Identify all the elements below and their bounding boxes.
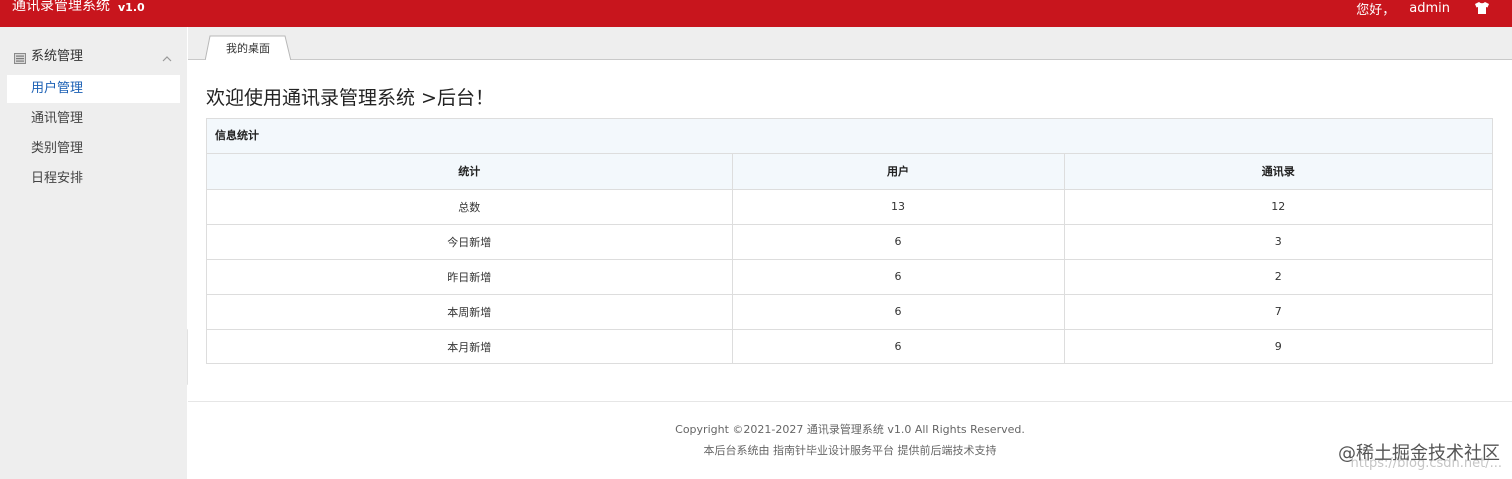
stats-table: 统计 用户 通讯录 总数 13 12 今日新增 6 3 昨日新增 6 2 本周新…	[207, 154, 1492, 364]
table-row: 本月新增 6 9	[207, 329, 1492, 364]
main-content: 欢迎使用通讯录管理系统 >后台！ 信息统计 统计 用户 通讯录 总数 13 12…	[188, 60, 1512, 479]
tshirt-icon[interactable]	[1474, 1, 1490, 15]
footer-divider	[188, 401, 1512, 402]
sidebar-group-label: 系统管理	[31, 48, 84, 64]
sidebar: 系统管理 用户管理 通讯管理 类别管理 日程安排	[0, 27, 187, 479]
panel-title: 信息统计	[207, 119, 1492, 154]
stats-panel: 信息统计 统计 用户 通讯录 总数 13 12 今日新增 6 3 昨日新增 6 …	[206, 118, 1493, 364]
row-label: 本月新增	[207, 329, 733, 364]
table-row: 今日新增 6 3	[207, 224, 1492, 260]
row-label: 本周新增	[207, 294, 733, 330]
footer-copyright: Copyright ©2021-2027 通讯录管理系统 v1.0 All Ri…	[675, 423, 1025, 436]
watermark: @稀土掘金技术社区	[1338, 443, 1500, 464]
tab-my-desktop[interactable]: 我的桌面	[205, 35, 301, 61]
username-link[interactable]: admin	[1409, 1, 1450, 16]
table-row: 昨日新增 6 2	[207, 259, 1492, 295]
users-value: 6	[732, 259, 1065, 295]
contacts-value: 3	[1064, 224, 1492, 260]
row-label: 今日新增	[207, 224, 733, 260]
table-header-row: 统计 用户 通讯录	[207, 154, 1492, 190]
sidebar-item-user[interactable]: 用户管理	[7, 75, 180, 103]
user-area: 您好， admin	[1356, 0, 1490, 18]
col-header-stat: 统计	[207, 154, 733, 190]
footer: Copyright ©2021-2027 通讯录管理系统 v1.0 All Ri…	[188, 419, 1512, 461]
col-header-users: 用户	[732, 154, 1065, 190]
users-value: 6	[732, 294, 1065, 330]
footer-support: 本后台系统由 指南针毕业设计服务平台 提供前后端技术支持	[703, 444, 997, 457]
tab-label: 我的桌面	[226, 42, 270, 55]
contacts-value: 7	[1064, 294, 1492, 330]
brand[interactable]: 通讯录管理系统 v1.0	[12, 0, 145, 27]
welcome-heading: 欢迎使用通讯录管理系统 >后台！	[206, 87, 494, 109]
row-label: 总数	[207, 189, 733, 225]
list-icon	[14, 49, 26, 64]
users-value: 6	[732, 329, 1065, 364]
tab-bar: 我的桌面	[188, 27, 1512, 61]
sidebar-group-system[interactable]: 系统管理	[0, 43, 187, 65]
contacts-value: 9	[1274, 340, 1282, 354]
users-value: 6	[732, 224, 1065, 260]
sidebar-item-schedule[interactable]: 日程安排	[7, 165, 180, 193]
top-header: 通讯录管理系统 v1.0 您好， admin	[0, 0, 1512, 27]
table-row: 总数 13 12	[207, 189, 1492, 225]
col-header-contacts: 通讯录	[1064, 154, 1492, 190]
chevron-up-icon[interactable]	[162, 49, 172, 62]
app-title: 通讯录管理系统	[12, 0, 110, 14]
row-label: 昨日新增	[207, 259, 733, 295]
greeting-text: 您好，	[1356, 2, 1396, 18]
contacts-value: 2	[1064, 259, 1492, 295]
app-version: v1.0	[118, 1, 145, 14]
contacts-value: 12	[1064, 189, 1492, 225]
table-row: 本周新增 6 7	[207, 294, 1492, 330]
sidebar-item-contacts[interactable]: 通讯管理	[7, 105, 180, 133]
users-value: 13	[732, 189, 1065, 225]
sidebar-item-category[interactable]: 类别管理	[7, 135, 180, 163]
